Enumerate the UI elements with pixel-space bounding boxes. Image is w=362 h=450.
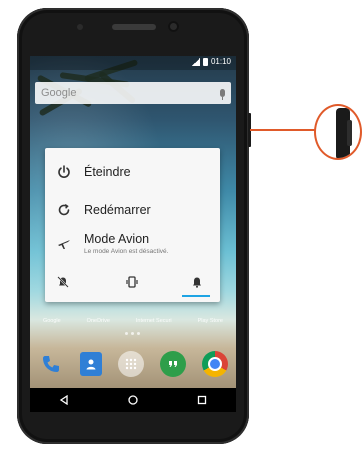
app-label-internet-security[interactable]: Internet Securi (136, 318, 172, 324)
phone-app-icon[interactable] (38, 351, 64, 377)
restart-label: Redémarrer (84, 203, 151, 217)
power-off-option[interactable]: Éteindre (45, 162, 220, 182)
recents-button[interactable] (193, 391, 211, 409)
airplane-text: Mode Avion Le mode Avion est désactivé. (84, 232, 168, 255)
selected-mode-indicator (182, 295, 210, 297)
hangouts-app-icon[interactable] (160, 351, 186, 377)
home-icon (128, 395, 138, 405)
sound-mode-button[interactable] (185, 272, 209, 292)
contacts-app-icon[interactable] (80, 352, 102, 376)
vibrate-mode-button[interactable] (120, 272, 144, 292)
callout-line (250, 129, 316, 131)
power-button-callout (314, 104, 362, 160)
home-button[interactable] (124, 391, 142, 409)
airplane-status: Le mode Avion est désactivé. (84, 248, 169, 255)
navigation-bar (30, 388, 236, 412)
airplane-mode-option[interactable]: Mode Avion Le mode Avion est désactivé. (45, 232, 220, 255)
restart-option[interactable]: Redémarrer (45, 200, 220, 220)
power-icon (54, 162, 74, 182)
front-camera (168, 21, 179, 32)
home-app-labels: Google OneDrive Internet Securi Play Sto… (30, 318, 236, 324)
google-search-bar[interactable]: Google (35, 82, 231, 104)
sound-mode-selector (45, 272, 220, 296)
app-label-onedrive[interactable]: OneDrive (87, 318, 110, 324)
earpiece (112, 24, 156, 30)
page-indicator (125, 332, 140, 335)
search-label: Google (41, 87, 77, 99)
restart-icon (54, 200, 74, 220)
app-label-play-store[interactable]: Play Store (198, 318, 223, 324)
recents-icon (197, 395, 206, 405)
power-menu-dialog: Éteindre Redémarrer Mode Avion Le mode A… (45, 148, 220, 302)
signal-icon (191, 57, 200, 66)
clock: 01:10 (210, 57, 231, 66)
bell-off-icon (57, 276, 69, 288)
power-button-zoom (347, 120, 352, 146)
power-off-label: Éteindre (84, 165, 131, 179)
silent-mode-button[interactable] (51, 272, 75, 292)
airplane-icon (54, 234, 74, 254)
airplane-label: Mode Avion (84, 232, 150, 246)
bell-icon (193, 277, 201, 288)
vibrate-icon (126, 276, 138, 288)
status-bar: 01:10 (30, 56, 236, 70)
app-label-google[interactable]: Google (43, 318, 61, 324)
battery-icon (202, 57, 208, 66)
back-button[interactable] (55, 391, 73, 409)
app-dock (30, 344, 236, 384)
app-drawer-icon[interactable] (118, 351, 144, 377)
phone-device: 01:10 Google Éteindre Redémarrer Mode Av… (17, 8, 249, 444)
proximity-sensor (77, 24, 83, 30)
back-icon (60, 395, 68, 405)
phone-screen: 01:10 Google Éteindre Redémarrer Mode Av… (30, 56, 236, 412)
chrome-app-icon[interactable] (202, 351, 228, 377)
microphone-icon[interactable] (220, 89, 225, 100)
